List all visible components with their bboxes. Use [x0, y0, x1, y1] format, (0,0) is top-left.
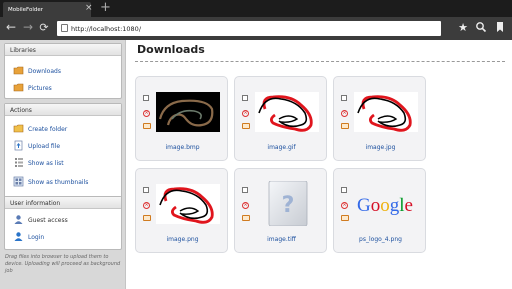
rename-icon[interactable]: [341, 123, 349, 129]
browser-toolbar: ← → ⟳ http://localhost:1080/ ★: [0, 17, 512, 40]
create-folder-label: Create folder: [28, 126, 68, 133]
rename-icon[interactable]: [242, 215, 250, 221]
search-icon[interactable]: [474, 21, 488, 35]
reload-icon[interactable]: ⟳: [37, 21, 51, 35]
delete-icon[interactable]: ×: [341, 202, 348, 209]
tab-title: MobileFolder: [8, 7, 44, 13]
select-checkbox[interactable]: [143, 95, 149, 101]
file-name[interactable]: image.png: [136, 236, 229, 243]
delete-icon[interactable]: ×: [341, 110, 348, 117]
file-name[interactable]: image.bmp: [136, 144, 229, 151]
show-as-thumbnails-label: Show as thumbnails: [28, 179, 89, 186]
file-card[interactable]: × image.png: [135, 168, 228, 253]
browser-tab[interactable]: MobileFolder ×: [3, 2, 93, 17]
tab-close-icon[interactable]: ×: [85, 4, 93, 13]
google-logo[interactable]: Google: [350, 181, 420, 226]
file-card[interactable]: × image.jpg: [333, 76, 426, 161]
page-icon: [61, 24, 68, 32]
select-checkbox[interactable]: [341, 187, 347, 193]
libraries-panel: Libraries Downloads Pictures: [4, 43, 122, 99]
upload-icon: [14, 140, 23, 151]
bookmark-star-icon[interactable]: ★: [456, 21, 470, 35]
file-name[interactable]: image.gif: [235, 144, 328, 151]
file-name[interactable]: image.jpg: [334, 144, 427, 151]
drag-upload-note: Drag files into browser to upload them t…: [5, 254, 121, 274]
sidebar-item-label: Downloads: [28, 68, 61, 75]
file-name[interactable]: ps_logo_4.png: [334, 236, 427, 243]
url-text: http://localhost:1080/: [71, 25, 142, 33]
select-checkbox[interactable]: [242, 95, 248, 101]
delete-icon[interactable]: ×: [143, 202, 150, 209]
page-content: Libraries Downloads Pictures Actions Cre…: [0, 40, 512, 289]
select-checkbox[interactable]: [242, 187, 248, 193]
delete-icon[interactable]: ×: [143, 110, 150, 117]
file-card[interactable]: × ? image.tiff: [234, 168, 327, 253]
svg-text:?: ?: [282, 193, 295, 218]
select-checkbox[interactable]: [341, 95, 347, 101]
sidebar: Libraries Downloads Pictures Actions Cre…: [0, 40, 126, 289]
image-thumbnail[interactable]: [152, 181, 222, 226]
title-divider: [135, 61, 505, 62]
user-information-header: User information: [5, 197, 121, 209]
new-tab-icon[interactable]: +: [100, 1, 111, 14]
file-card[interactable]: × Google ps_logo_4.png: [333, 168, 426, 253]
rename-icon[interactable]: [143, 123, 151, 129]
upload-file-label: Upload file: [28, 143, 61, 150]
delete-icon[interactable]: ×: [242, 110, 249, 117]
file-card[interactable]: × image.bmp: [135, 76, 228, 161]
address-bar[interactable]: http://localhost:1080/: [57, 21, 441, 36]
image-thumbnail[interactable]: [152, 89, 222, 134]
sidebar-item-label: Pictures: [28, 85, 52, 92]
delete-icon[interactable]: ×: [242, 202, 249, 209]
back-arrow-icon[interactable]: ←: [4, 21, 18, 35]
file-browser: Downloads × image.bmp × image.gif × imag…: [127, 40, 512, 289]
folder-icon: [13, 83, 24, 92]
unknown-file-icon[interactable]: ?: [251, 181, 321, 226]
user-information-panel: User information Guest access Login: [4, 196, 122, 250]
page-title: Downloads: [137, 43, 205, 56]
image-thumbnail[interactable]: [350, 89, 420, 134]
login-label: Login: [28, 234, 45, 241]
create-folder-icon: [13, 124, 24, 133]
login-icon: [14, 232, 23, 241]
forward-arrow-icon[interactable]: →: [21, 21, 35, 35]
select-checkbox[interactable]: [143, 187, 149, 193]
guest-access-label: Guest access: [28, 217, 68, 224]
user-icon: [14, 215, 23, 224]
file-card[interactable]: × image.gif: [234, 76, 327, 161]
libraries-header: Libraries: [5, 44, 121, 56]
file-name[interactable]: image.tiff: [235, 236, 328, 243]
actions-header: Actions: [5, 104, 121, 116]
rename-icon[interactable]: [143, 215, 151, 221]
browser-tab-bar: MobileFolder × +: [0, 0, 512, 17]
list-icon: [15, 158, 23, 167]
rename-icon[interactable]: [242, 123, 250, 129]
image-thumbnail[interactable]: [251, 89, 321, 134]
show-as-list-label: Show as list: [28, 160, 64, 167]
thumbnails-icon: [13, 176, 24, 187]
rename-icon[interactable]: [341, 215, 349, 221]
bookmarks-icon[interactable]: [493, 21, 507, 35]
svg-text:Google: Google: [357, 195, 413, 216]
folder-icon: [13, 66, 24, 75]
